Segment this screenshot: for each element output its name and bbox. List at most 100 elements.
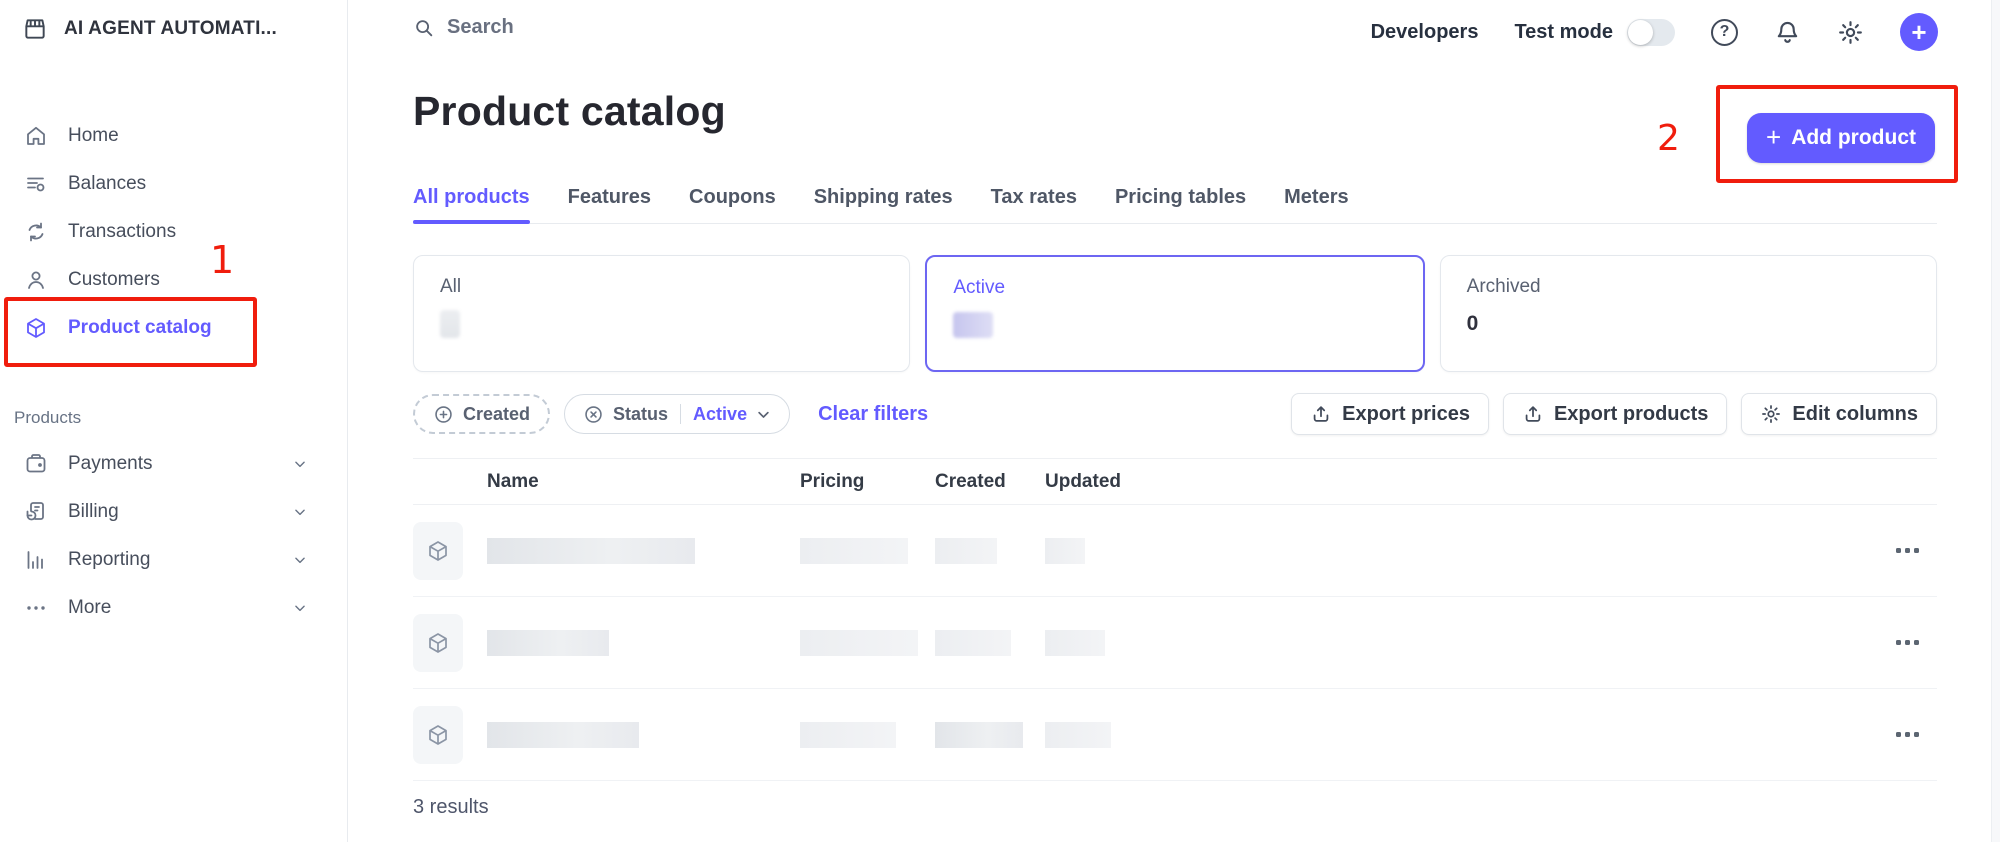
redacted-created xyxy=(935,722,1023,748)
table-row[interactable] xyxy=(413,597,1937,689)
sidebar-item-label: More xyxy=(68,597,111,619)
card-value: 0 xyxy=(1467,312,1910,336)
row-overflow-menu-icon[interactable] xyxy=(1857,548,1937,553)
card-label: Active xyxy=(953,277,1396,299)
sidebar-item-balances[interactable]: Balances xyxy=(0,160,347,208)
invoice-icon xyxy=(24,500,48,524)
tab-shipping-rates[interactable]: Shipping rates xyxy=(814,186,953,211)
sidebar-item-home[interactable]: Home xyxy=(0,112,347,160)
column-header-updated[interactable]: Updated xyxy=(1045,471,1175,493)
notifications-bell-icon[interactable] xyxy=(1774,19,1801,46)
sidebar: AI AGENT AUTOMATI... Home Balances Trans… xyxy=(0,0,348,842)
customers-icon xyxy=(24,268,48,292)
tab-pricing-tables[interactable]: Pricing tables xyxy=(1115,186,1246,211)
topbar-actions: Developers Test mode ? + xyxy=(1371,13,1938,51)
product-cube-icon xyxy=(413,522,463,580)
sidebar-item-transactions[interactable]: Transactions xyxy=(0,208,347,256)
card-label: Archived xyxy=(1467,276,1910,298)
redacted-pricing xyxy=(800,538,908,564)
create-plus-button[interactable]: + xyxy=(1900,13,1938,51)
search-icon xyxy=(413,17,435,39)
export-prices-label: Export prices xyxy=(1342,403,1470,426)
developers-link[interactable]: Developers xyxy=(1371,21,1479,44)
status-filter-value: Active xyxy=(693,404,747,425)
product-cube-icon xyxy=(413,706,463,764)
redacted-created xyxy=(935,538,997,564)
column-header-name[interactable]: Name xyxy=(487,471,800,493)
test-mode-control: Test mode xyxy=(1514,19,1675,46)
account-name: AI AGENT AUTOMATI... xyxy=(64,18,277,40)
sidebar-nav: Home Balances Transactions Customers xyxy=(0,112,347,352)
row-overflow-menu-icon[interactable] xyxy=(1857,640,1937,645)
export-prices-button[interactable]: Export prices xyxy=(1291,393,1489,435)
table-row[interactable] xyxy=(413,689,1937,781)
redacted-name xyxy=(487,538,695,564)
table-actions: Export prices Export products Edit colum… xyxy=(1291,393,1937,435)
sidebar-item-label: Transactions xyxy=(68,221,176,243)
tab-meters[interactable]: Meters xyxy=(1284,186,1348,211)
redacted-updated xyxy=(1045,630,1105,656)
test-mode-toggle[interactable] xyxy=(1627,19,1675,46)
tab-features[interactable]: Features xyxy=(568,186,651,211)
sidebar-item-reporting[interactable]: Reporting xyxy=(0,536,347,584)
edit-columns-label: Edit columns xyxy=(1792,403,1918,426)
sidebar-item-label: Customers xyxy=(68,269,160,291)
chevron-down-icon xyxy=(293,457,307,471)
column-header-created[interactable]: Created xyxy=(935,471,1045,493)
balances-icon xyxy=(24,172,48,196)
tab-coupons[interactable]: Coupons xyxy=(689,186,776,211)
chevron-down-icon xyxy=(756,407,771,422)
redacted-pricing xyxy=(800,722,896,748)
summary-card-archived[interactable]: Archived 0 xyxy=(1440,255,1937,372)
sidebar-item-more[interactable]: More xyxy=(0,584,347,632)
clear-filters-link[interactable]: Clear filters xyxy=(818,403,928,426)
column-header-pricing[interactable]: Pricing xyxy=(800,471,935,493)
ellipsis-icon xyxy=(24,596,48,620)
redacted-updated xyxy=(1045,722,1111,748)
scrollbar[interactable] xyxy=(1991,0,2000,842)
page-title: Product catalog xyxy=(413,88,726,135)
chevron-down-icon xyxy=(293,505,307,519)
table-row[interactable] xyxy=(413,505,1937,597)
tab-all-products[interactable]: All products xyxy=(413,186,530,211)
row-overflow-menu-icon[interactable] xyxy=(1857,732,1937,737)
edit-columns-button[interactable]: Edit columns xyxy=(1741,393,1937,435)
export-products-button[interactable]: Export products xyxy=(1503,393,1727,435)
sidebar-item-payments[interactable]: Payments xyxy=(0,440,347,488)
redacted-name xyxy=(487,722,639,748)
sidebar-item-billing[interactable]: Billing xyxy=(0,488,347,536)
sidebar-item-label: Product catalog xyxy=(68,317,212,339)
status-filter-pill[interactable]: Status Active xyxy=(564,394,790,434)
summary-card-active[interactable]: Active xyxy=(925,255,1424,372)
export-products-label: Export products xyxy=(1554,403,1708,426)
redacted-count xyxy=(440,310,460,338)
sidebar-item-label: Reporting xyxy=(68,549,150,571)
add-product-label: Add product xyxy=(1791,126,1916,150)
sidebar-item-label: Payments xyxy=(68,453,152,475)
global-search[interactable] xyxy=(413,16,933,39)
help-icon[interactable]: ? xyxy=(1711,19,1738,46)
summary-card-all[interactable]: All xyxy=(413,255,910,372)
card-label: All xyxy=(440,276,883,298)
chevron-down-icon xyxy=(293,553,307,567)
tab-tax-rates[interactable]: Tax rates xyxy=(991,186,1077,211)
transactions-icon xyxy=(24,220,48,244)
export-icon xyxy=(1310,403,1332,425)
add-product-button[interactable]: + Add product xyxy=(1747,113,1935,163)
settings-gear-icon[interactable] xyxy=(1837,19,1864,46)
gear-icon xyxy=(1760,403,1782,425)
product-cube-icon xyxy=(413,614,463,672)
account-switcher[interactable]: AI AGENT AUTOMATI... xyxy=(22,16,277,42)
redacted-name xyxy=(487,630,609,656)
sidebar-item-label: Balances xyxy=(68,173,146,195)
bar-chart-icon xyxy=(24,548,48,572)
redacted-count xyxy=(953,312,993,338)
sidebar-products-nav: Payments Billing Reporting xyxy=(0,440,347,632)
sidebar-item-label: Home xyxy=(68,125,119,147)
wallet-icon xyxy=(24,452,48,476)
created-filter-pill[interactable]: Created xyxy=(413,394,550,434)
search-input[interactable] xyxy=(447,16,867,39)
sidebar-item-label: Billing xyxy=(68,501,119,523)
sidebar-item-product-catalog[interactable]: Product catalog xyxy=(0,304,347,352)
sidebar-item-customers[interactable]: Customers xyxy=(0,256,347,304)
